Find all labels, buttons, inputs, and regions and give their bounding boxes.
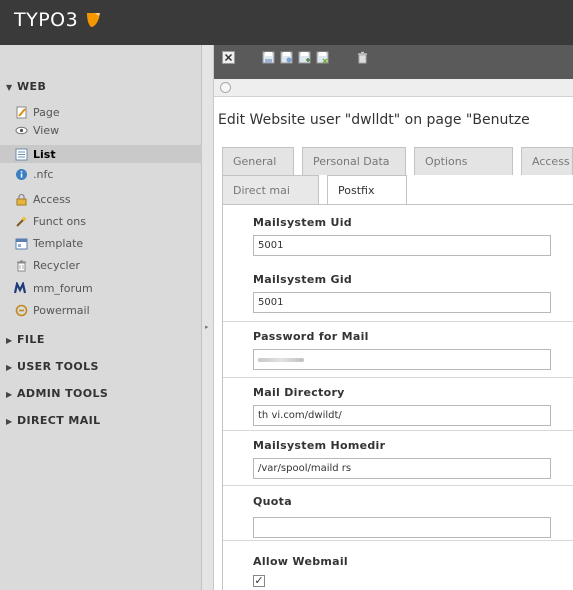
sidebar-item-powermail[interactable]: Powermail	[14, 301, 90, 319]
sidebar-item-mm-forum[interactable]: mm_forum	[14, 279, 93, 297]
wand-icon	[14, 214, 28, 228]
trash-icon	[14, 258, 28, 272]
checkmark-icon: ✓	[254, 574, 264, 587]
chevron-down-icon: ▼	[6, 83, 13, 92]
postfix-form: Mailsystem Uid 5001 Mailsystem Gid 5001 …	[222, 205, 573, 590]
save-icon[interactable]	[262, 51, 275, 64]
sidebar-item-functions[interactable]: Funct ons	[14, 212, 86, 230]
forum-icon	[14, 281, 28, 295]
tab-direct-mail[interactable]: Direct mai	[222, 175, 319, 204]
mailsystem-uid-input[interactable]: 5001	[253, 235, 551, 256]
save-new-icon[interactable]	[298, 51, 311, 64]
chevron-right-icon: ▶	[6, 417, 13, 426]
module-group-direct-mail[interactable]: ▶ DIRECT MAIL	[0, 412, 202, 430]
tab-postfix[interactable]: Postfix	[327, 175, 407, 204]
sidebar-item-label: mm_forum	[33, 281, 93, 295]
field-label: Mailsystem Homedir	[253, 439, 386, 452]
tab-personal-data[interactable]: Personal Data	[302, 147, 406, 175]
module-group-label: DIRECT MAIL	[17, 414, 101, 427]
chevron-right-icon: ▶	[6, 363, 13, 372]
typo3-logo[interactable]: TYPO3	[14, 9, 104, 31]
sidebar-item-label: Funct ons	[33, 214, 86, 228]
module-group-label: USER TOOLS	[17, 360, 99, 373]
close-icon[interactable]	[222, 51, 235, 64]
sidebar-item-label: Template	[33, 236, 84, 250]
sidebar-item-label: Page	[33, 105, 60, 119]
sidebar-item-view[interactable]: View	[14, 121, 59, 139]
mail-icon	[14, 303, 28, 317]
field-separator	[223, 430, 573, 431]
sidebar-item-list[interactable]: List	[0, 145, 202, 163]
tab-general[interactable]: General	[222, 147, 294, 175]
info-icon	[14, 167, 28, 181]
page-icon	[14, 105, 28, 119]
collapse-arrow-icon: ▸	[205, 323, 209, 331]
quota-input[interactable]	[253, 517, 551, 538]
field-label: Password for Mail	[253, 330, 369, 343]
sidebar-item-recycler[interactable]: Recycler	[14, 256, 80, 274]
module-group-label: FILE	[17, 333, 45, 346]
lock-icon	[14, 192, 28, 206]
delete-icon[interactable]	[356, 51, 369, 64]
sidebar-item-label: List	[33, 147, 56, 161]
sidebar-item-label: Recycler	[33, 258, 80, 272]
sidebar-item-label: Access	[33, 192, 71, 206]
module-group-admin-tools[interactable]: ▶ ADMIN TOOLS	[0, 385, 202, 403]
doc-header-toolbar	[214, 45, 573, 79]
page-path-icon	[220, 82, 231, 93]
field-label: Mailsystem Uid	[253, 216, 352, 229]
homedir-input[interactable]: /var/spool/maild rs	[253, 458, 551, 479]
save-close-icon[interactable]	[316, 51, 329, 64]
module-group-label: WEB	[17, 80, 47, 93]
sidebar-item-label: Powermail	[33, 303, 90, 317]
path-bar	[214, 79, 573, 97]
allow-webmail-checkbox[interactable]: ✓	[253, 575, 265, 587]
sidebar-collapse-handle[interactable]: ▸	[202, 45, 214, 590]
mailsystem-gid-input[interactable]: 5001	[253, 292, 551, 313]
list-icon	[14, 147, 28, 161]
chevron-right-icon: ▶	[6, 390, 13, 399]
typo3-logo-icon	[87, 13, 101, 27]
sidebar-item-label: View	[33, 123, 60, 137]
sidebar-item-access[interactable]: Access	[14, 190, 71, 208]
top-bar: TYPO3	[0, 0, 573, 45]
field-separator	[223, 485, 573, 486]
sidebar-item-info[interactable]: .nfc	[14, 165, 53, 183]
field-separator	[223, 321, 573, 322]
tab-access[interactable]: Access	[521, 147, 573, 175]
save-view-icon[interactable]	[280, 51, 293, 64]
password-input[interactable]	[253, 349, 551, 370]
module-group-web[interactable]: ▼ WEB	[0, 78, 202, 96]
field-label: Quota	[253, 495, 292, 508]
page-title: Edit Website user "dwlldt" on page "Benu…	[218, 112, 530, 128]
mail-directory-input[interactable]: th vi.com/dwildt/	[253, 405, 551, 426]
sidebar-item-label: .nfc	[33, 167, 54, 181]
module-group-user-tools[interactable]: ▶ USER TOOLS	[0, 358, 202, 376]
module-group-file[interactable]: ▶ FILE	[0, 331, 202, 349]
sidebar-item-template[interactable]: Template	[14, 234, 83, 252]
tab-options[interactable]: Options	[414, 147, 513, 175]
template-icon	[14, 236, 28, 250]
logo-text: TYPO3	[14, 9, 79, 31]
module-group-label: ADMIN TOOLS	[17, 387, 109, 400]
field-label: Mail Directory	[253, 386, 345, 399]
password-dots	[258, 358, 304, 362]
field-separator	[223, 377, 573, 378]
chevron-right-icon: ▶	[6, 336, 13, 345]
field-label: Allow Webmail	[253, 555, 349, 568]
sidebar-item-page[interactable]: Page	[14, 103, 60, 121]
field-separator	[223, 540, 573, 541]
eye-icon	[14, 123, 28, 137]
field-label: Mailsystem Gid	[253, 273, 353, 286]
